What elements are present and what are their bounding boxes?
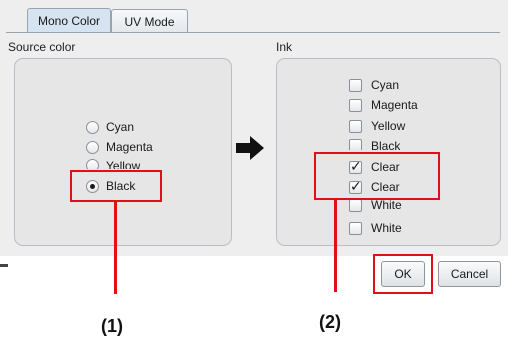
tab-uv-mode[interactable]: UV Mode — [111, 9, 188, 33]
radio-yellow[interactable]: Yellow — [86, 157, 140, 169]
callout-label-2: (2) — [319, 312, 341, 332]
checkbox-label: Cyan — [371, 78, 400, 92]
radio-button[interactable] — [86, 159, 99, 169]
checkbox-label: Yellow — [371, 119, 406, 133]
callout-box-2 — [314, 152, 440, 200]
checkbox[interactable] — [349, 98, 362, 112]
radio-label: Magenta — [106, 140, 153, 154]
checkbox-yellow[interactable]: Yellow — [349, 116, 405, 136]
tab-label: Mono Color — [37, 14, 101, 28]
radio-magenta[interactable]: Magenta — [86, 137, 153, 157]
checkbox[interactable] — [349, 221, 362, 235]
checkbox[interactable] — [349, 78, 362, 92]
checkbox[interactable] — [349, 139, 362, 150]
radio-button[interactable] — [86, 120, 99, 134]
checkbox-white-2[interactable]: White — [349, 218, 402, 238]
callout-box-1 — [70, 170, 162, 202]
checkbox-cyan[interactable]: Cyan — [349, 75, 399, 95]
radio-label: Cyan — [106, 120, 135, 134]
checkbox-black[interactable]: Black — [349, 136, 400, 150]
radio-cyan[interactable]: Cyan — [86, 117, 134, 137]
checkbox[interactable] — [349, 119, 362, 133]
checkbox-label: Black — [371, 139, 401, 150]
radio-button[interactable] — [86, 140, 99, 154]
source-color-label: Source color — [8, 40, 76, 54]
edge-marker — [0, 264, 8, 267]
checkbox-magenta[interactable]: Magenta — [349, 95, 418, 115]
callout-line-1 — [114, 202, 117, 294]
checkbox-label: Magenta — [371, 98, 418, 112]
arrow-right-icon — [236, 136, 264, 160]
cancel-button-label: Cancel — [450, 267, 489, 281]
checkbox-label: White — [371, 198, 402, 212]
tab-mono-color[interactable]: Mono Color — [27, 8, 111, 33]
checkbox-white-1[interactable]: White — [349, 198, 402, 212]
callout-label-1: (1) — [101, 316, 123, 336]
tab-label: UV Mode — [124, 14, 175, 29]
radio-label: Yellow — [106, 159, 141, 169]
checkbox[interactable] — [349, 199, 362, 212]
cancel-button[interactable]: Cancel — [438, 261, 501, 287]
tab-divider — [6, 32, 500, 33]
callout-box-ok — [373, 254, 433, 294]
ink-label: Ink — [276, 40, 293, 54]
checkbox-label: White — [371, 221, 402, 235]
callout-line-2 — [334, 200, 337, 292]
